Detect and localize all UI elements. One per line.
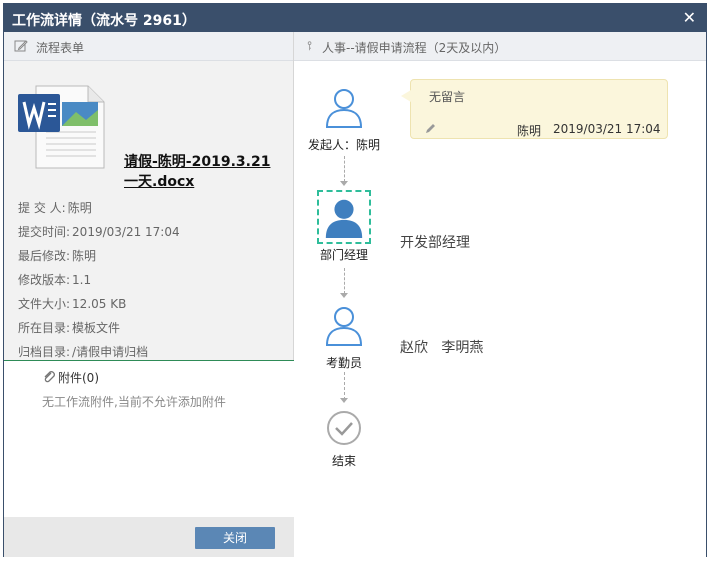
attachments-header: 附件(0)	[42, 369, 99, 386]
workflow-node-attendance-clerk[interactable]: 考勤员	[294, 302, 394, 371]
bubble-tail	[401, 90, 411, 102]
file-info-list: 提 交 人: 陈明 提交时间: 2019/03/21 17:04 最后修改: 陈明 修…	[18, 196, 180, 364]
workflow-panel: 人事--请假申请流程（2天及以内） 发起人：陈明 部门经理 开发部经理 考勤员 …	[294, 32, 706, 557]
workflow-title: 人事--请假申请流程（2天及以内）	[322, 41, 507, 55]
connector-line	[344, 268, 345, 294]
connector-line	[344, 156, 345, 182]
file-name-link[interactable]: 请假-陈明-2019.3.21 一天.docx	[124, 152, 284, 192]
pencil-icon[interactable]	[425, 122, 437, 134]
key-icon	[307, 41, 312, 51]
workflow-node-dept-manager[interactable]: 部门经理	[294, 190, 394, 263]
info-file-size: 文件大小: 12.05 KB	[18, 297, 127, 311]
form-panel-header: 流程表单	[4, 32, 293, 61]
check-circle-icon	[327, 411, 361, 445]
info-directory: 所在目录: 模板文件	[18, 321, 121, 335]
node-assignee: 开发部经理	[400, 235, 470, 251]
word-document-icon[interactable]	[16, 80, 106, 170]
close-icon[interactable]: ✕	[683, 8, 696, 27]
attachments-section: 附件(0) 无工作流附件,当前不允许添加附件	[4, 360, 294, 518]
info-last-modified: 最后修改: 陈明	[18, 249, 97, 263]
edit-icon	[14, 40, 28, 52]
workflow-node-end[interactable]: 结束	[294, 410, 394, 469]
form-panel: 流程表单 请假-陈明-2019.3.21 一天.docx 提 交 人:陈明 提	[4, 32, 294, 557]
node-label: 考勤员	[325, 356, 362, 370]
node-assignee: 赵欣 李明燕	[400, 340, 484, 356]
attachments-note: 无工作流附件,当前不允许添加附件	[42, 395, 226, 409]
connector-line	[344, 372, 345, 400]
title-bar: 工作流详情（流水号 2961） ✕	[4, 4, 706, 32]
dialog-footer: 关闭	[4, 517, 294, 557]
attachments-label: 附件(0)	[58, 371, 99, 385]
workflow-dialog: 工作流详情（流水号 2961） ✕ 流程表单 请假-陈明-2019.3.21 一…	[3, 3, 707, 557]
arrow-down-icon	[340, 181, 348, 186]
comment-author: 陈明	[517, 124, 542, 138]
user-outline-icon	[325, 307, 363, 346]
comment-time: 2019/03/21 17:04	[553, 122, 661, 136]
close-button[interactable]: 关闭	[195, 527, 275, 549]
user-outline-icon	[325, 89, 363, 128]
form-panel-title: 流程表单	[36, 41, 85, 55]
file-name-line1[interactable]: 请假-陈明-2019.3.21	[124, 154, 270, 170]
workflow-node-initiator[interactable]: 发起人：陈明	[294, 84, 394, 153]
node-label: 发起人：陈明	[307, 138, 380, 152]
dialog-title: 工作流详情（流水号 2961）	[12, 13, 196, 29]
paperclip-icon	[44, 371, 55, 383]
info-submitter: 提 交 人: 陈明	[18, 201, 92, 215]
user-filled-icon	[325, 199, 363, 239]
node-label: 结束	[331, 454, 356, 468]
arrow-down-icon	[340, 398, 348, 403]
comment-text: 无留言	[429, 90, 466, 104]
arrow-down-icon	[340, 293, 348, 298]
workflow-panel-header: 人事--请假申请流程（2天及以内）	[294, 32, 706, 61]
file-name-line2[interactable]: 一天.docx	[124, 174, 194, 190]
comment-bubble: 无留言 陈明 2019/03/21 17:04	[401, 79, 668, 139]
info-submit-time: 提交时间: 2019/03/21 17:04	[18, 225, 180, 239]
info-version: 修改版本: 1.1	[18, 273, 92, 287]
node-label: 部门经理	[319, 248, 368, 262]
current-node-selection	[317, 190, 371, 244]
